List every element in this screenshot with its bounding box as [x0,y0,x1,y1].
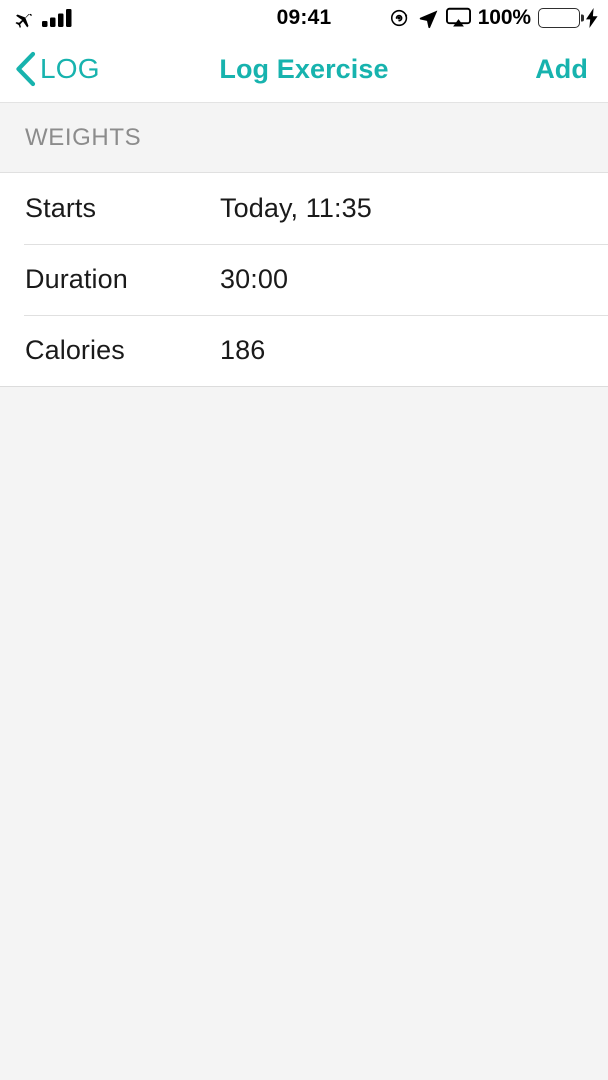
chevron-left-icon [12,50,38,88]
empty-content-area [0,387,608,1080]
location-arrow-icon [418,8,439,29]
table-row-calories[interactable]: Calories 186 [0,315,608,386]
back-button[interactable]: LOG [12,50,100,88]
log-exercise-screen: 09:41 100% LOG Log Exercise Add WEIGHTS … [0,0,608,1080]
row-value: 30:00 [220,264,289,294]
row-value: 186 [220,335,266,365]
battery-percentage-label: 100% [477,6,531,29]
battery-status [538,8,598,28]
rotation-lock-icon [389,7,411,29]
table-row-starts[interactable]: Starts Today, 11:35 [0,173,608,244]
status-bar-right-icons: 100% [389,0,598,36]
row-label: Starts [25,193,97,223]
row-label: Calories [25,335,125,365]
add-button[interactable]: Add [535,54,588,85]
table-row-duration[interactable]: Duration 30:00 [0,244,608,315]
battery-full-icon [538,8,584,28]
status-bar: 09:41 100% [0,0,608,36]
section-header-label: WEIGHTS [25,123,142,151]
section-header: WEIGHTS [0,103,608,173]
row-label: Duration [25,264,128,294]
exercise-details-table: Starts Today, 11:35 Duration 30:00 Calor… [0,173,608,386]
charging-bolt-icon [586,8,598,28]
row-value: Today, 11:35 [220,193,372,223]
back-button-label: LOG [40,53,100,84]
navigation-bar: LOG Log Exercise Add [0,36,608,103]
airplay-screen-mirroring-icon [445,7,471,29]
